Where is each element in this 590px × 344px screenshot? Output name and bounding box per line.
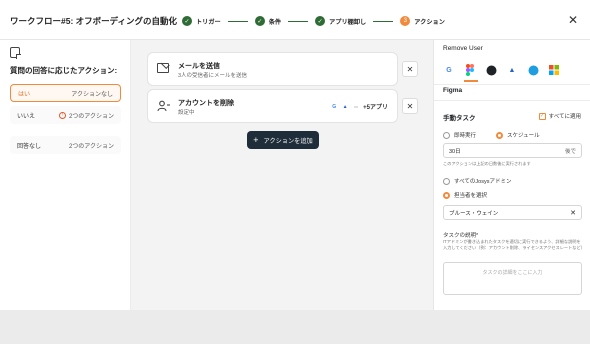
action-card-delete-account[interactable]: アカウントを削除 設定中 G ▲ ▭ +5アプリ bbox=[148, 90, 397, 122]
step-label: トリガー bbox=[196, 18, 221, 26]
branch-no-answer[interactable]: 回答なし 2つのアクション bbox=[10, 136, 121, 154]
divider bbox=[434, 100, 590, 101]
figma-icon[interactable] bbox=[464, 64, 476, 76]
plus-icon: + bbox=[253, 135, 259, 145]
radio-label: スケジュール bbox=[507, 133, 540, 139]
checkbox-checked-icon: ✓ bbox=[538, 112, 546, 120]
branch-label: はい bbox=[18, 91, 31, 98]
manual-task-heading: 手動タスク bbox=[443, 115, 476, 122]
add-action-label: アクションを追加 bbox=[263, 137, 313, 145]
clear-icon[interactable]: ✕ bbox=[570, 209, 576, 217]
step-number: 3 bbox=[400, 16, 411, 26]
action-card-send-email[interactable]: メールを送信 3人の受信者にメールを送信 bbox=[148, 53, 397, 85]
branch-yes[interactable]: はい アクションなし bbox=[10, 84, 121, 102]
step-connector bbox=[288, 20, 309, 22]
app-selector: G ▲ bbox=[443, 64, 569, 76]
jamf-icon: ▭ bbox=[354, 104, 359, 109]
step-connector bbox=[227, 20, 248, 22]
microsoft-icon[interactable] bbox=[548, 64, 560, 76]
more-apps-count: +5アプリ bbox=[363, 105, 388, 111]
assignee-value: ブルース・ウェイン bbox=[449, 210, 499, 217]
task-description-label: タスクの説明* bbox=[443, 233, 479, 239]
action-subtitle: 設定中 bbox=[178, 110, 195, 116]
days-suffix: 後で bbox=[564, 148, 576, 155]
radio-scheduled[interactable]: スケジュール bbox=[496, 131, 540, 139]
schedule-note: このアクションは上記の日数後に実行されます bbox=[443, 161, 531, 166]
branch-count: ! 2つのアクション bbox=[58, 111, 114, 120]
check-icon: ✓ bbox=[315, 16, 326, 26]
user-remove-icon bbox=[157, 100, 170, 112]
selected-app-indicator bbox=[464, 80, 478, 82]
days-value: 30日 bbox=[449, 148, 461, 155]
apply-all-checkbox[interactable]: ✓ すべてに適用 bbox=[538, 112, 581, 120]
action-canvas: メールを送信 3人の受信者にメールを送信 ✕ アカウントを削除 設定中 G ▲ … bbox=[131, 40, 433, 310]
radio-icon bbox=[443, 131, 450, 139]
answer-panel: 質問の回答に応じたアクション: はい アクションなし いいえ ! 2つのアクショ… bbox=[0, 40, 131, 310]
header: ワークフロー#5: オフボーディングの自動化 ✓ トリガー ✓ 条件 ✓ アプリ… bbox=[0, 0, 590, 40]
radio-selected-icon bbox=[443, 191, 450, 199]
branch-count-text: 2つのアクション bbox=[68, 113, 114, 120]
branch-count: 2つのアクション bbox=[68, 143, 114, 150]
action-title: メールを送信 bbox=[178, 63, 220, 70]
google-icon[interactable]: G bbox=[443, 64, 455, 76]
assignee-select[interactable]: ブルース・ウェイン ✕ bbox=[443, 205, 582, 220]
step-trigger[interactable]: ✓ トリガー bbox=[182, 16, 221, 26]
apply-all-label: すべてに適用 bbox=[548, 114, 581, 120]
radio-label: 即時実行 bbox=[454, 133, 477, 139]
step-label: アクション bbox=[414, 18, 445, 26]
add-action-button[interactable]: + アクションを追加 bbox=[247, 131, 319, 149]
step-label: アプリ棚卸し bbox=[329, 18, 367, 26]
atlassian-icon[interactable]: ▲ bbox=[506, 64, 518, 76]
radio-choose-assignee[interactable]: 担当者を選択 bbox=[443, 191, 487, 199]
selected-app-name: Figma bbox=[443, 87, 463, 94]
github-icon[interactable] bbox=[485, 64, 497, 76]
divider bbox=[434, 84, 590, 85]
days-input[interactable]: 30日 後で bbox=[443, 143, 582, 158]
check-icon: ✓ bbox=[182, 16, 192, 26]
branch-count: アクションなし bbox=[71, 91, 113, 98]
action-subtitle: 3人の受信者にメールを送信 bbox=[178, 73, 248, 79]
panel-title: Remove User bbox=[443, 45, 483, 52]
step-action[interactable]: 3 アクション bbox=[400, 16, 445, 26]
stepper: ✓ トリガー ✓ 条件 ✓ アプリ棚卸し 3 アクション bbox=[182, 14, 445, 28]
radio-icon bbox=[443, 177, 450, 185]
action-settings-panel: Remove User G ▲ Figma 手動タスク ✓ すべてに適用 即時実… bbox=[433, 40, 590, 310]
task-description-help: ITアドミンが書き込まれたタスクを適切に実行できるよう、詳細な説明を入力してくだ… bbox=[443, 239, 585, 250]
mail-icon bbox=[157, 63, 169, 73]
atlassian-icon: ▲ bbox=[342, 103, 348, 110]
radio-all-admins[interactable]: すべてのJosysアドミン bbox=[443, 177, 511, 185]
cloud-app-icon[interactable] bbox=[527, 64, 539, 76]
step-connector bbox=[373, 20, 394, 22]
page-title: ワークフロー#5: オフボーディングの自動化 bbox=[10, 16, 178, 26]
action-title: アカウントを削除 bbox=[178, 100, 234, 107]
step-label: 条件 bbox=[268, 18, 282, 26]
radio-immediate[interactable]: 即時実行 bbox=[443, 131, 476, 139]
close-icon[interactable]: ✕ bbox=[568, 13, 578, 27]
radio-label: 担当者を選択 bbox=[454, 193, 488, 199]
remove-action-button[interactable]: ✕ bbox=[402, 61, 418, 77]
page-background bbox=[0, 310, 590, 344]
branch-label: 回答なし bbox=[17, 143, 42, 150]
step-condition[interactable]: ✓ 条件 bbox=[254, 16, 282, 26]
question-icon bbox=[10, 47, 21, 59]
step-app-inventory[interactable]: ✓ アプリ棚卸し bbox=[315, 16, 366, 26]
warning-icon: ! bbox=[58, 111, 66, 119]
branch-label: いいえ bbox=[17, 113, 36, 120]
remove-action-button[interactable]: ✕ bbox=[402, 98, 418, 114]
check-icon: ✓ bbox=[254, 16, 265, 26]
radio-selected-icon bbox=[496, 131, 503, 139]
answer-heading: 質問の回答に応じたアクション: bbox=[10, 66, 118, 75]
task-description-input[interactable]: タスクの詳細をここに入力 bbox=[443, 262, 582, 295]
app-list: G ▲ ▭ +5アプリ bbox=[330, 102, 388, 112]
branch-no[interactable]: いいえ ! 2つのアクション bbox=[10, 106, 121, 124]
radio-label: すべてのJosysアドミン bbox=[454, 179, 512, 185]
google-icon: G bbox=[332, 103, 337, 110]
